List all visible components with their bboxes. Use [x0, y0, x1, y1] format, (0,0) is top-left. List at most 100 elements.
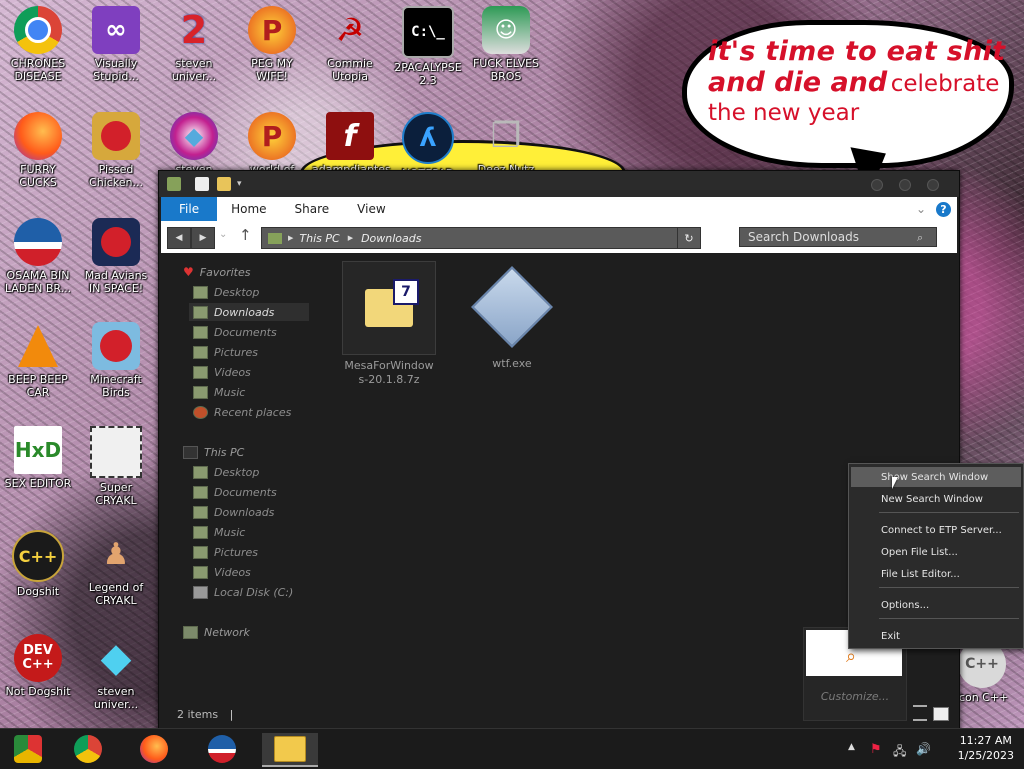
refresh-icon[interactable]: ↻ — [677, 228, 700, 248]
show-hidden-icons-chevron[interactable]: ▲ — [848, 742, 855, 752]
music-folder-icon — [193, 385, 208, 399]
desktop-icon-beep-beep-car[interactable]: BEEP BEEP CAR — [0, 322, 76, 399]
menu-item-open-file-list[interactable]: Open File List... — [851, 542, 1021, 562]
properties-icon[interactable] — [195, 177, 209, 191]
desktop-icon-minecraft-birds[interactable]: Minecraft Birds — [78, 322, 154, 399]
tab-home[interactable]: Home — [217, 197, 280, 221]
pictures-folder-icon — [193, 345, 208, 359]
taskbar-firefox[interactable] — [126, 733, 182, 765]
nav-fav-documents[interactable]: Documents — [193, 323, 277, 341]
nav-pc-pictures[interactable]: Pictures — [193, 543, 258, 561]
title-bar[interactable]: ▾ — [159, 171, 959, 197]
angry-birds-seasons-icon — [92, 112, 140, 160]
up-arrow-icon[interactable]: ↑ — [239, 226, 252, 244]
7z-archive-icon: 7 — [342, 261, 436, 355]
taskbar-chromium[interactable] — [0, 733, 56, 765]
taskbar-chrome[interactable] — [60, 733, 116, 765]
nav-fav-videos[interactable]: Videos — [193, 363, 251, 381]
details-view-icon[interactable] — [913, 705, 927, 721]
forward-button[interactable]: ▶ — [191, 227, 215, 249]
desktop-icon-steven[interactable]: ◆ steven — [156, 112, 232, 176]
recent-locations-icon[interactable]: ⌄ — [219, 229, 227, 240]
chrome-icon — [14, 6, 62, 54]
desktop-icon-commie-utopia[interactable]: ☭ Commie Utopia — [312, 6, 388, 83]
desktop-icon-pissed-chicken[interactable]: Pissed Chicken... — [78, 112, 154, 189]
file-item[interactable]: 7 MesaForWindow s-20.1.8.7z — [341, 261, 437, 387]
nav-pc-music[interactable]: Music — [193, 523, 245, 541]
expand-ribbon-icon[interactable]: ⌄ — [916, 202, 926, 216]
everything-search-icon[interactable]: ⌕ — [846, 646, 856, 667]
tab-view[interactable]: View — [343, 197, 399, 221]
nav-network[interactable]: Network — [183, 623, 250, 641]
nav-pc-local-disk[interactable]: Local Disk (C:) — [193, 583, 293, 601]
search-icon[interactable]: ⌕ — [917, 231, 923, 245]
nav-fav-recent-places[interactable]: Recent places — [193, 403, 291, 421]
address-bar[interactable]: ▶ This PC ▶ Downloads ↻ — [261, 227, 701, 249]
desktop-icon-visually-stupid[interactable]: ∞ Visually Stupid... — [78, 6, 154, 83]
folder-icon — [268, 232, 282, 244]
desktop-icon-osama-bin-laden[interactable]: OSAMA BIN LADEN BR... — [0, 218, 76, 295]
nav-pc-downloads[interactable]: Downloads — [193, 503, 274, 521]
peggle-icon: P — [248, 6, 296, 54]
desktop-icon-sex-editor[interactable]: HxD SEX EDITOR — [0, 426, 76, 490]
quick-access-dropdown-icon[interactable]: ▾ — [237, 179, 242, 189]
tab-file[interactable]: File — [161, 197, 218, 221]
nav-pc-documents[interactable]: Documents — [193, 483, 277, 501]
menu-item-file-list-editor[interactable]: File List Editor... — [851, 564, 1021, 584]
tab-share[interactable]: Share — [281, 197, 344, 221]
breadcrumb-downloads[interactable]: Downloads — [361, 232, 421, 245]
chevron-right-icon: ▶ — [347, 234, 354, 242]
new-folder-icon[interactable] — [217, 177, 231, 191]
desktop-icon-mad-avians[interactable]: Mad Avians IN SPACE! — [78, 218, 154, 295]
nav-fav-desktop[interactable]: Desktop — [193, 283, 259, 301]
menu-item-new-search-window[interactable]: New Search Window — [851, 489, 1021, 509]
desktop-icon-legend-of-cryakl[interactable]: ♟ Legend of CRYAKL — [78, 530, 154, 608]
desktop-folder-icon — [193, 465, 208, 479]
action-center-flag-icon[interactable]: ⚑ — [870, 742, 882, 757]
search-input[interactable]: Search Downloads — [739, 227, 937, 247]
clock[interactable]: 11:27 AM 1/25/2023 — [958, 733, 1014, 763]
desktop-icon-world-of[interactable]: P world of — [234, 112, 310, 176]
desktop-icon-steven-universe-gem[interactable]: ◆ steven univer... — [78, 634, 154, 711]
desktop-icon-steven-universe[interactable]: 2 steven univer... — [156, 6, 232, 83]
customize-link[interactable]: Customize... — [804, 690, 906, 703]
menu-item-exit[interactable]: Exit — [851, 626, 1021, 646]
menu-item-show-search-window[interactable]: Show Search Window — [851, 467, 1021, 487]
desktop-icon-peg-my-wife[interactable]: P PEG MY WIFE! — [234, 6, 310, 83]
back-button[interactable]: ◀ — [167, 227, 191, 249]
desktop-icon-furry-cucks[interactable]: FURRY CUCKS — [0, 112, 76, 189]
desktop-icon-super-cryakl[interactable]: Super CRYAKL — [78, 426, 154, 507]
pixel-hero-icon: ♟ — [102, 536, 130, 572]
network-tray-icon[interactable]: 🖧 — [893, 742, 906, 763]
file-item[interactable]: wtf.exe — [464, 261, 560, 371]
large-icons-view-icon[interactable] — [933, 707, 949, 721]
nav-pc-videos[interactable]: Videos — [193, 563, 251, 581]
minimize-button[interactable] — [871, 179, 883, 191]
taskbar-file-explorer[interactable] — [262, 733, 318, 767]
maximize-button[interactable] — [899, 179, 911, 191]
breadcrumb-this-pc[interactable]: This PC — [299, 232, 339, 245]
ribbon: File Home Share View ⌄ ? — [161, 197, 957, 221]
recent-places-icon — [193, 405, 208, 419]
nav-favorites[interactable]: ♥ Favorites — [183, 263, 250, 281]
nav-this-pc[interactable]: This PC — [183, 443, 244, 461]
steven-universe-icon: 2 — [180, 8, 208, 52]
desktop-icon-chrones-disease[interactable]: CHRONES DISEASE — [0, 6, 76, 83]
desktop-icon-dogshit[interactable]: C++ Dogshit — [0, 530, 76, 598]
nav-pc-desktop[interactable]: Desktop — [193, 463, 259, 481]
desktop-icon-2pacalypse[interactable]: C:\_ 2PACALYPSE 2.3 — [390, 6, 466, 87]
menu-item-options[interactable]: Options... — [851, 595, 1021, 615]
menu-item-connect-etp[interactable]: Connect to ETP Server... — [851, 520, 1021, 540]
desktop-icon-adampdiaptes[interactable]: f adampdiaptes — [312, 112, 391, 176]
desktop-icon-deez-nutz[interactable]: ❐ Deez Nutz — [468, 112, 544, 176]
desktop-icon-not-dogshit[interactable]: DEV C++ Not Dogshit — [0, 634, 76, 698]
nav-fav-pictures[interactable]: Pictures — [193, 343, 258, 361]
nav-fav-music[interactable]: Music — [193, 383, 245, 401]
nav-fav-downloads[interactable]: Downloads — [189, 303, 309, 321]
close-button[interactable] — [927, 179, 939, 191]
desktop-icon-fuck-elves-bros[interactable]: ☺ FUCK ELVES BROS — [468, 6, 544, 83]
taskbar-obama-app[interactable] — [194, 733, 250, 765]
help-icon[interactable]: ? — [936, 201, 951, 217]
volume-icon[interactable]: 🔊 — [916, 742, 931, 756]
peggle-icon: P — [248, 112, 296, 160]
